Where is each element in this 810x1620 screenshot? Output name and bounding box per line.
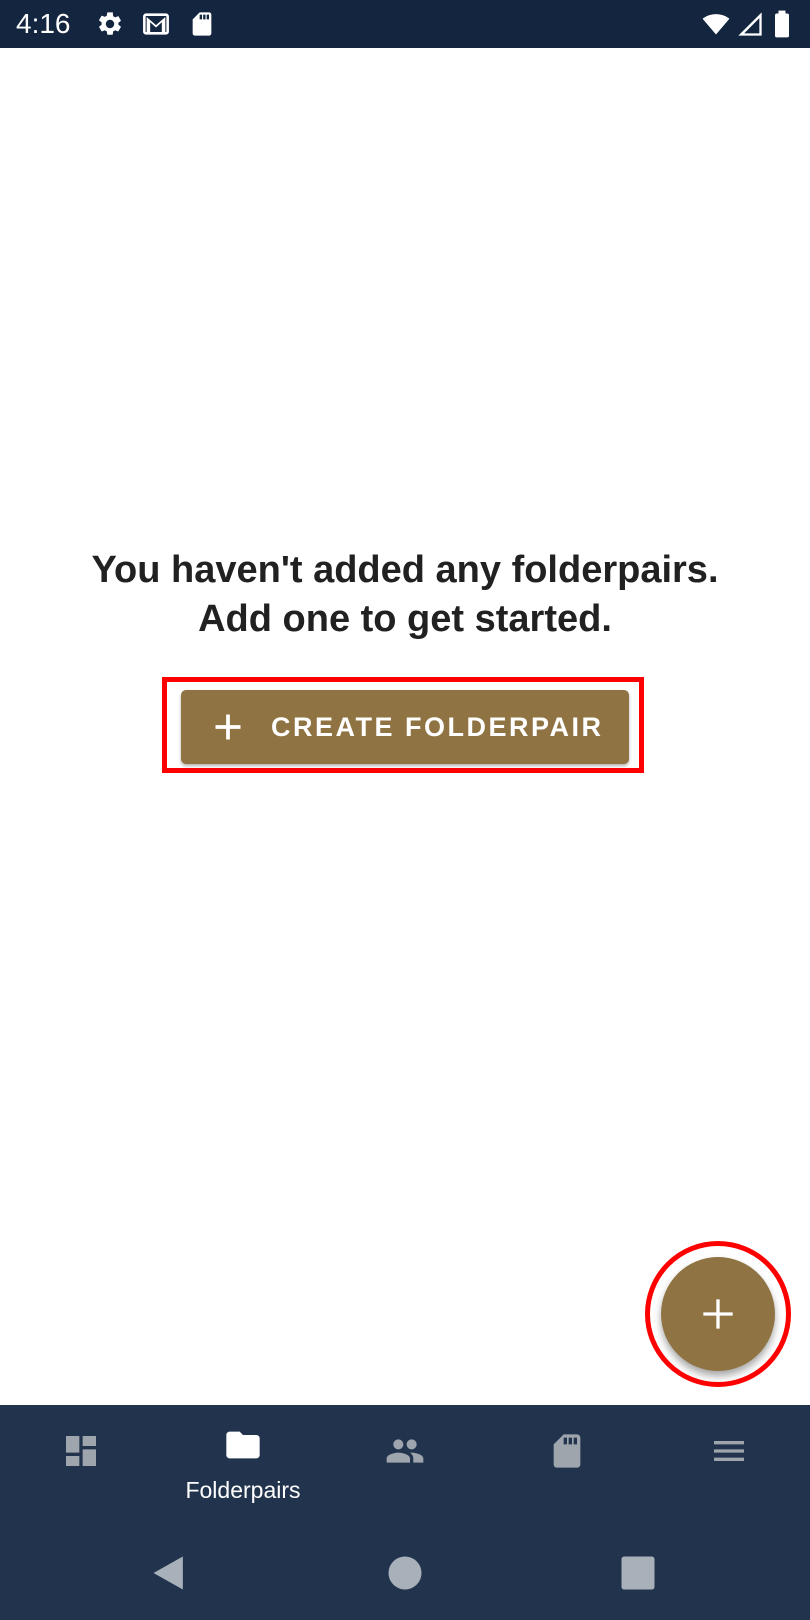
- folder-icon: [226, 1431, 260, 1459]
- home-icon[interactable]: [383, 1551, 427, 1595]
- recents-icon[interactable]: [616, 1551, 660, 1595]
- empty-state-message: You haven't added any folderpairs. Add o…: [0, 546, 810, 644]
- status-bar: 4:16: [0, 0, 810, 48]
- back-icon[interactable]: [148, 1551, 192, 1595]
- create-folderpair-label: CREATE FOLDERPAIR: [271, 711, 604, 742]
- wifi-icon: [702, 14, 730, 35]
- plus-icon: [215, 714, 241, 740]
- nav-item-menu[interactable]: [648, 1405, 810, 1525]
- plus-icon: [703, 1299, 733, 1329]
- dashboard-icon: [66, 1436, 96, 1466]
- nav-item-folderpairs[interactable]: Folderpairs: [162, 1405, 324, 1525]
- signal-icon: [738, 12, 762, 36]
- gmail-icon: [143, 13, 169, 35]
- status-time: 4:16: [16, 8, 71, 39]
- nav-item-storage[interactable]: [486, 1405, 648, 1525]
- nav-item-accounts[interactable]: [324, 1405, 486, 1525]
- settings-icon: [99, 12, 121, 35]
- accounts-icon: [386, 1439, 424, 1463]
- menu-icon: [714, 1441, 744, 1461]
- empty-state-line1: You haven't added any folderpairs.: [91, 549, 719, 591]
- system-navigation-bar: [0, 1525, 810, 1620]
- content-area: You haven't added any folderpairs. Add o…: [0, 48, 810, 1405]
- sd-card-icon: [192, 12, 212, 36]
- nav-label-folderpairs: Folderpairs: [185, 1477, 301, 1503]
- add-folderpair-fab[interactable]: [661, 1257, 775, 1371]
- sd-card-icon: [553, 1434, 581, 1468]
- empty-state-line2: Add one to get started.: [198, 598, 612, 640]
- battery-icon: [775, 10, 789, 38]
- nav-item-dashboard[interactable]: [0, 1405, 162, 1525]
- create-folderpair-button[interactable]: CREATE FOLDERPAIR: [181, 690, 629, 764]
- bottom-navigation: Folderpairs: [0, 1405, 810, 1525]
